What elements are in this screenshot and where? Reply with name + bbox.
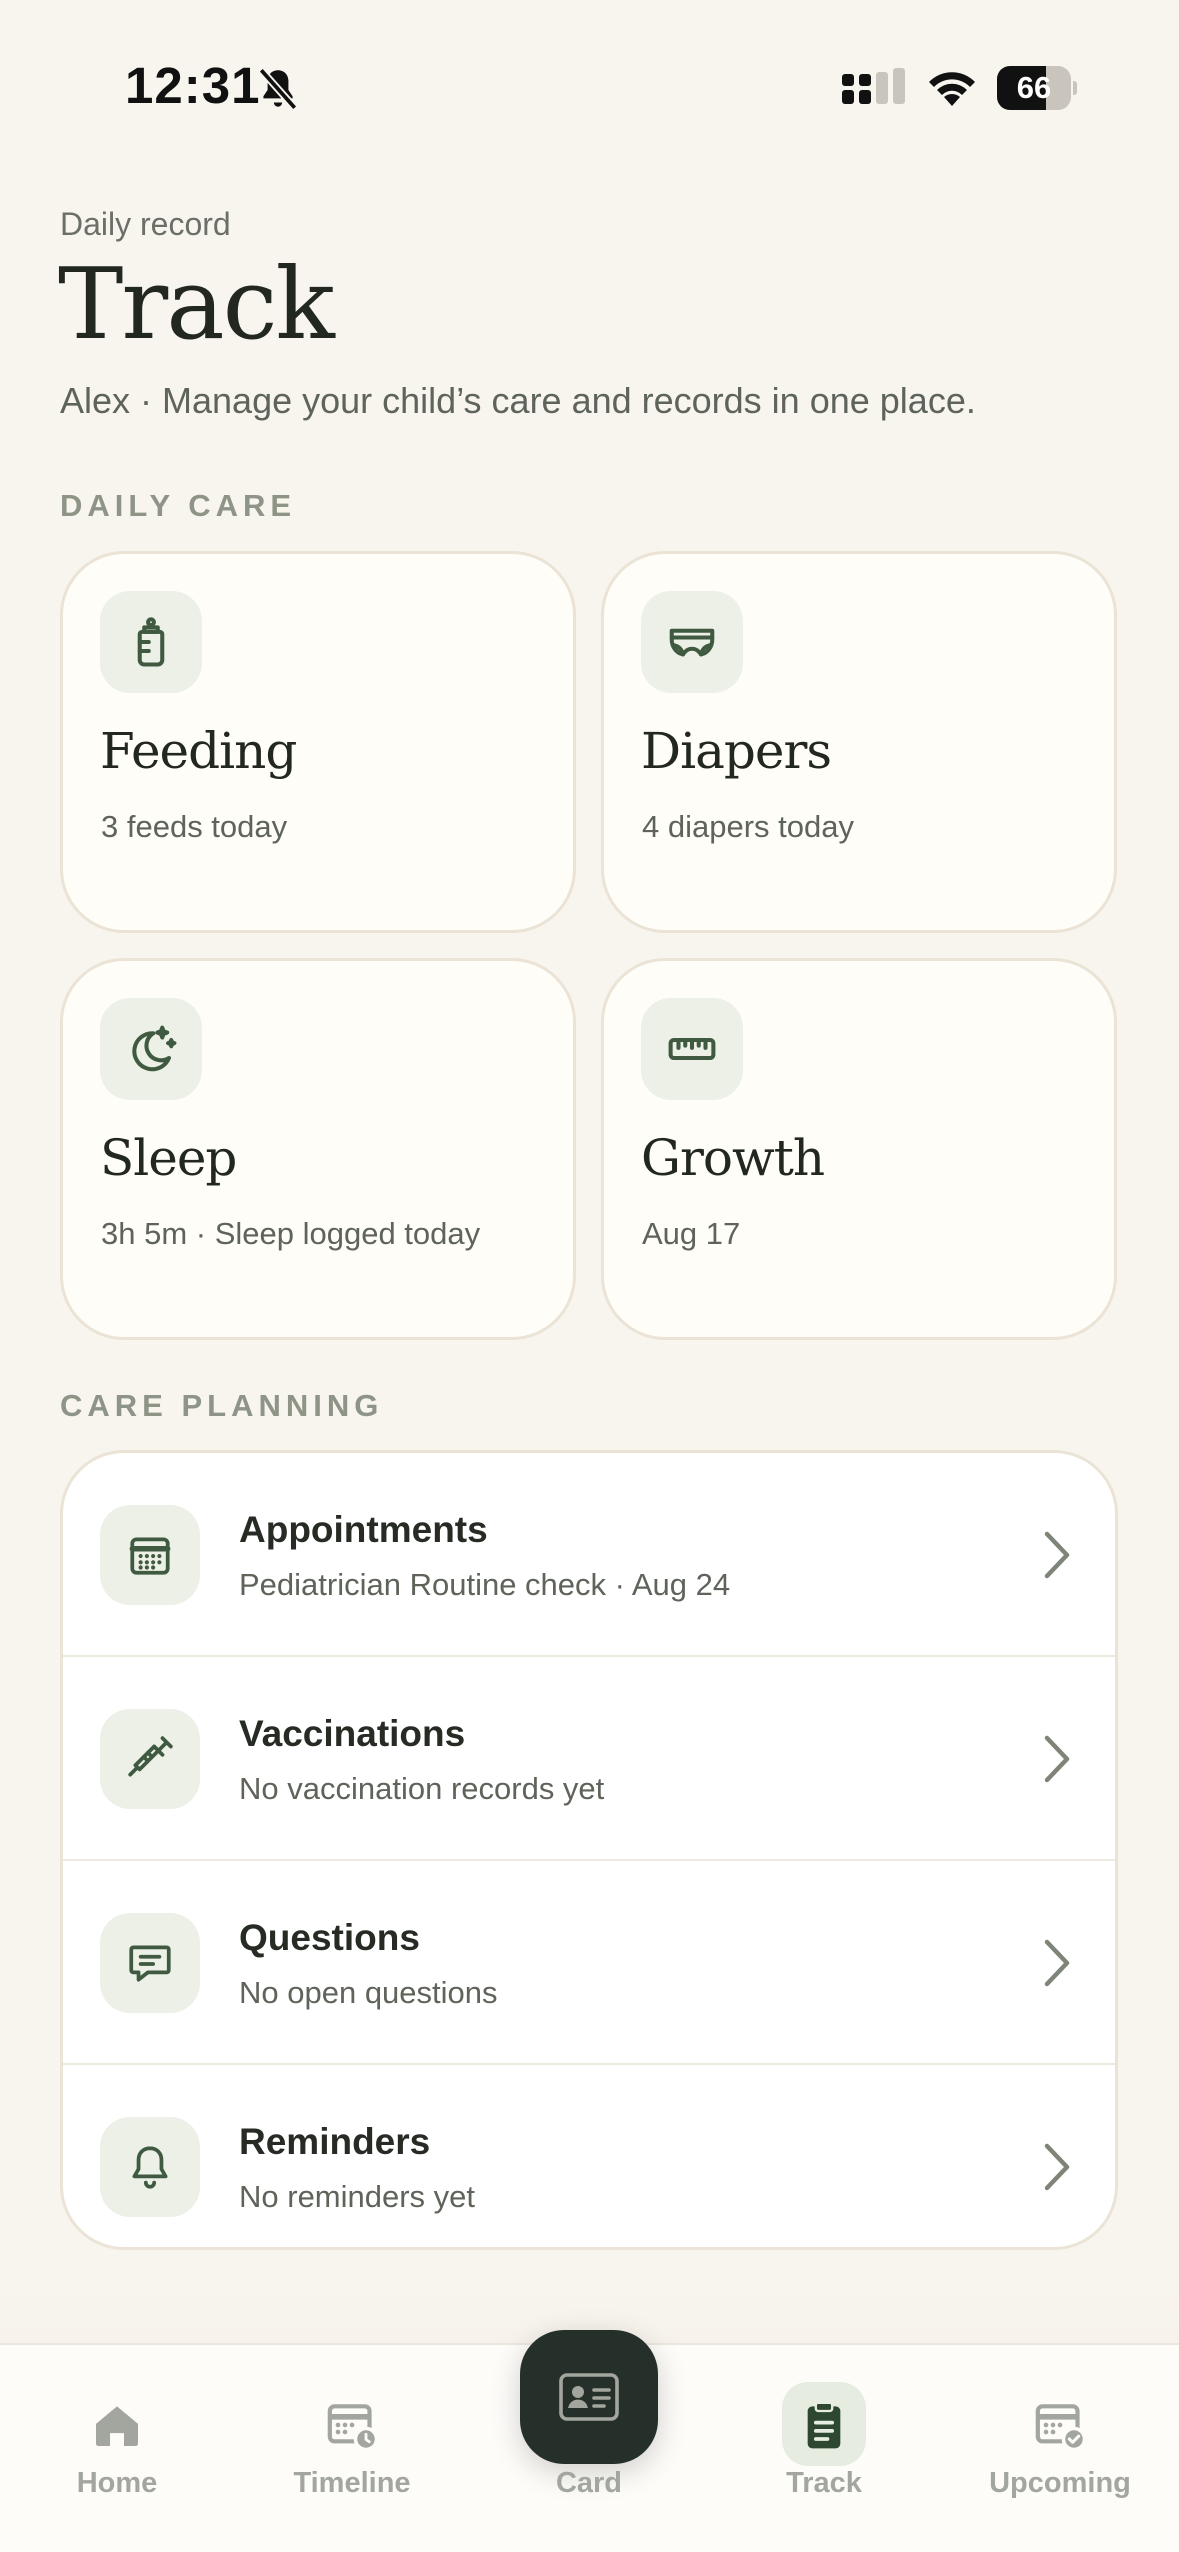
chevron-right-icon: [1044, 2143, 1070, 2191]
card-subtitle: 3 feeds today: [101, 809, 288, 844]
page-eyebrow: Daily record: [60, 206, 231, 242]
list-item-title: Reminders: [239, 2121, 431, 2162]
calendar-check-icon: [1035, 2404, 1087, 2452]
list-item-questions[interactable]: Questions No open questions: [63, 1861, 1115, 2065]
tab-timeline[interactable]: Timeline: [252, 2345, 452, 2505]
card-subtitle: 3h 5m · Sleep logged today: [101, 1216, 481, 1251]
clipboard-icon: [807, 2401, 841, 2449]
wifi-icon: [929, 72, 975, 106]
list-item-title: Appointments: [239, 1509, 488, 1550]
status-time: 12:31: [125, 57, 261, 114]
page-subtitle: Alex · Manage your child’s care and reco…: [60, 380, 976, 421]
tab-card[interactable]: [520, 2330, 658, 2464]
section-label-daily-care: DAILY CARE: [60, 488, 297, 523]
tab-label: Home: [76, 2467, 158, 2499]
list-item-title: Questions: [239, 1917, 420, 1958]
battery-indicator: 66: [997, 66, 1077, 110]
calendar-clock-icon: [327, 2404, 379, 2452]
card-title: Sleep: [100, 1129, 237, 1187]
moon-stars-icon: [132, 1025, 177, 1072]
care-planning-list: Appointments Pediatrician Routine check …: [60, 1450, 1118, 2250]
tab-label: Card: [555, 2467, 623, 2499]
care-card-growth[interactable]: Growth Aug 17: [601, 958, 1117, 1340]
tab-label: Timeline: [293, 2467, 411, 2499]
card-title: Growth: [641, 1129, 825, 1187]
page-title: Track: [58, 248, 335, 362]
syringe-icon: [128, 1736, 173, 1777]
care-card-sleep[interactable]: Sleep 3h 5m · Sleep logged today: [60, 958, 576, 1340]
bell-muted-icon: [258, 67, 298, 111]
list-item-subtitle: No vaccination records yet: [239, 1771, 605, 1806]
chat-bubble-icon: [129, 1945, 171, 1982]
list-item-title: Vaccinations: [239, 1713, 466, 1754]
diaper-icon: [669, 628, 715, 657]
chevron-right-icon: [1044, 1735, 1070, 1783]
ruler-icon: [668, 1037, 716, 1061]
card-title: Feeding: [100, 722, 297, 780]
chevron-right-icon: [1044, 1939, 1070, 1987]
list-item-vaccinations[interactable]: Vaccinations No vaccination records yet: [63, 1657, 1115, 1861]
tab-track[interactable]: Track: [724, 2345, 924, 2505]
tab-label: Track: [786, 2467, 862, 2499]
tab-home[interactable]: Home: [17, 2345, 217, 2505]
chevron-right-icon: [1044, 1531, 1070, 1579]
list-item-subtitle: No open questions: [239, 1975, 498, 2010]
list-item-subtitle: Pediatrician Routine check · Aug 24: [239, 1567, 731, 1602]
list-item-subtitle: No reminders yet: [239, 2179, 476, 2214]
battery-percent: 66: [1016, 70, 1052, 105]
care-card-feeding[interactable]: Feeding 3 feeds today: [60, 551, 576, 933]
cellular-signal-icon: [842, 68, 905, 104]
house-icon: [96, 2406, 138, 2446]
section-label-care-planning: CARE PLANNING: [60, 1388, 384, 1423]
bell-icon: [132, 2146, 168, 2189]
status-bar: 12:31 66: [0, 0, 1179, 150]
list-item-reminders[interactable]: Reminders No reminders yet: [63, 2065, 1115, 2247]
card-subtitle: 4 diapers today: [642, 809, 854, 844]
tab-label: Upcoming: [989, 2467, 1131, 2499]
card-subtitle: Aug 17: [642, 1216, 741, 1251]
calendar-icon: [129, 1537, 171, 1575]
care-card-diapers[interactable]: Diapers 4 diapers today: [601, 551, 1117, 933]
tab-upcoming[interactable]: Upcoming: [960, 2345, 1160, 2505]
list-item-appointments[interactable]: Appointments Pediatrician Routine check …: [63, 1453, 1115, 1657]
id-card-icon: [559, 2373, 619, 2421]
card-title: Diapers: [641, 722, 832, 780]
bottle-icon: [137, 617, 165, 667]
